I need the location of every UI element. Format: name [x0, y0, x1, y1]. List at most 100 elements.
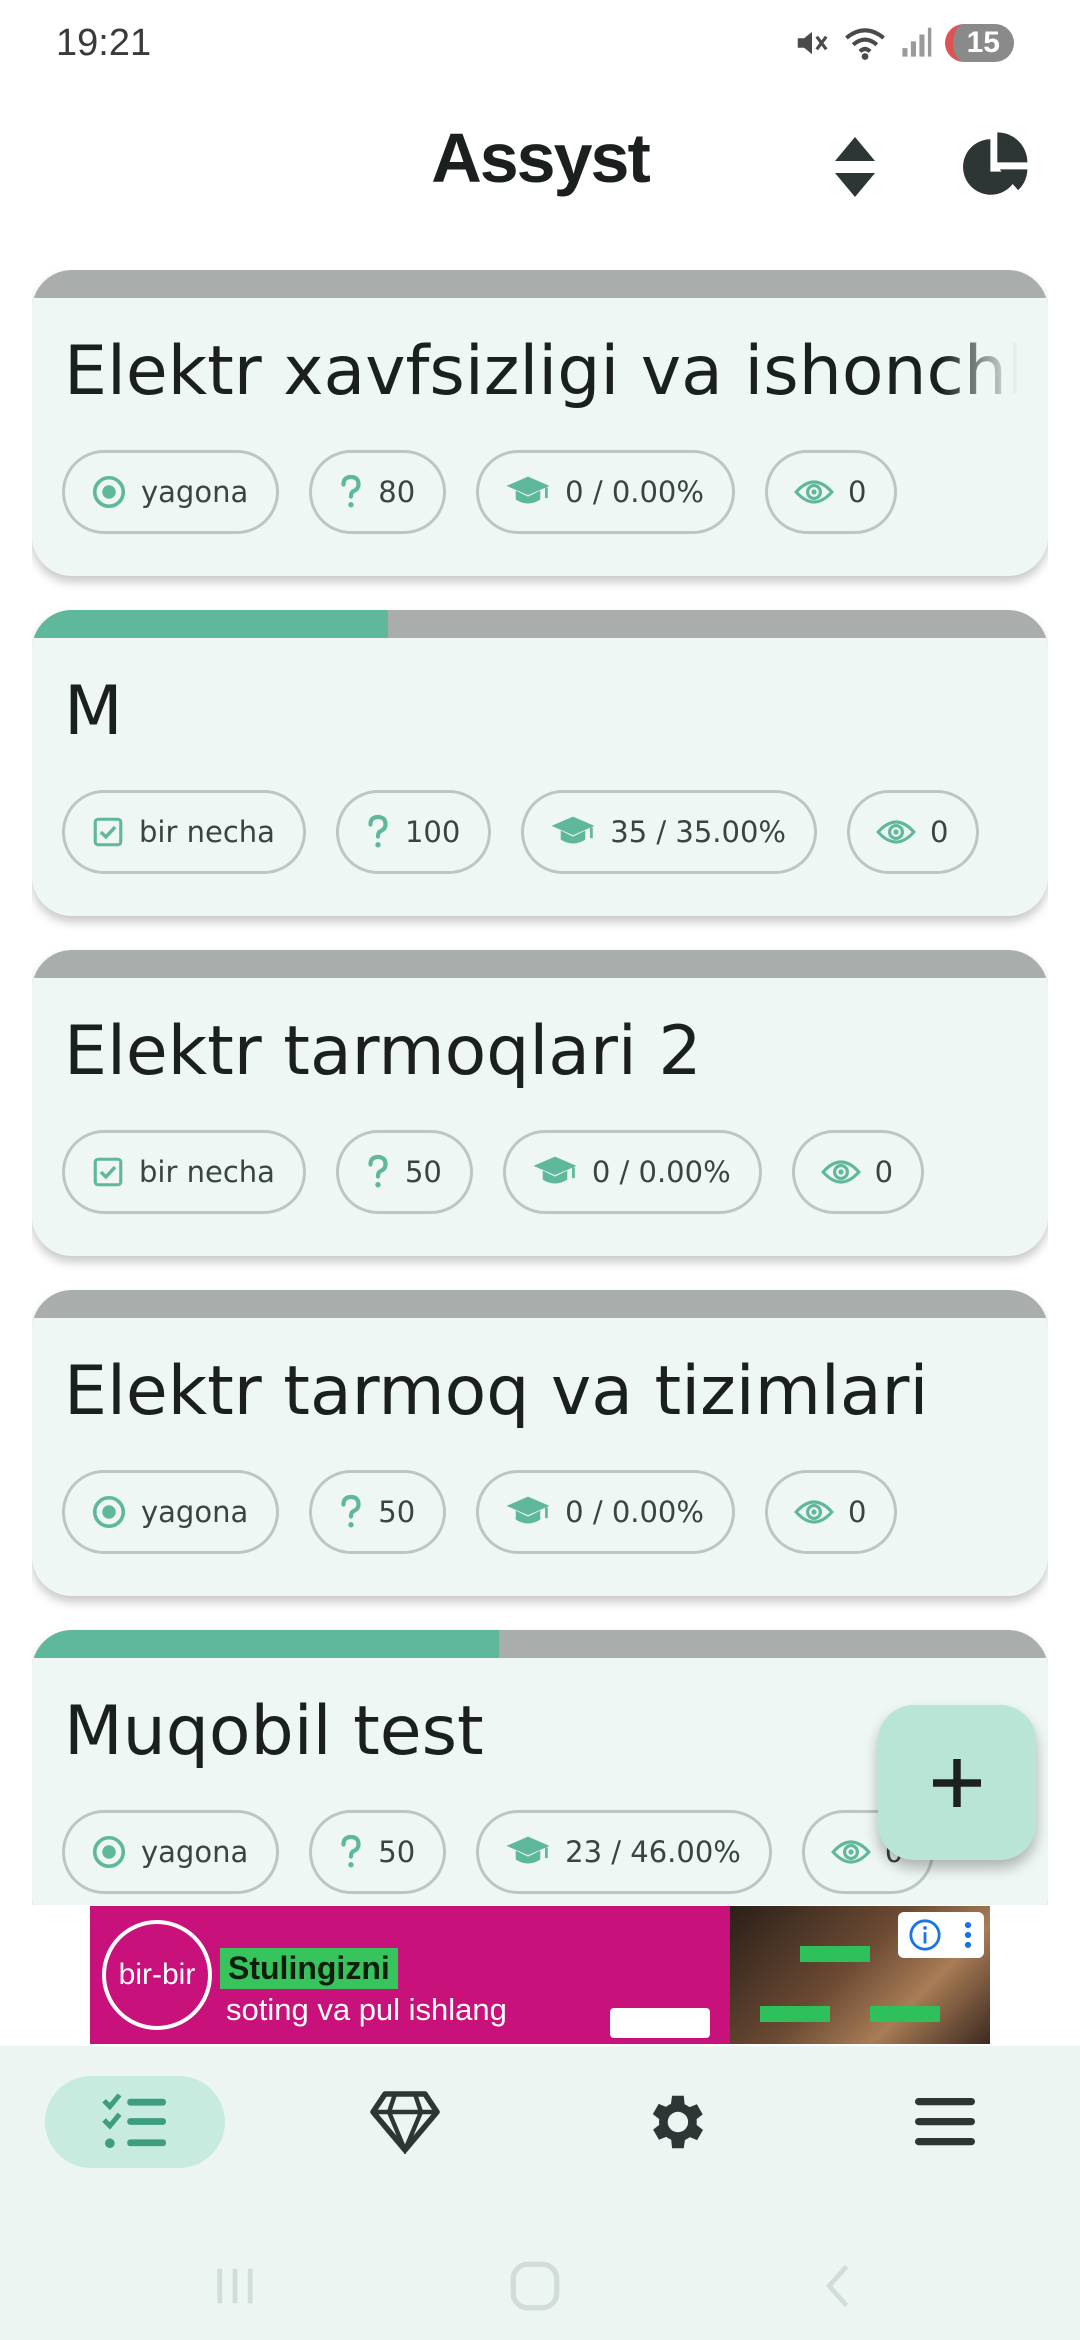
questions-count: 100	[404, 815, 461, 849]
question-icon	[368, 814, 388, 848]
test-card[interactable]: Elektr xavfsizligi va ishonchliligi yagon…	[32, 270, 1048, 576]
graduation-cap-icon	[506, 476, 550, 504]
nav-settings[interactable]	[625, 2076, 725, 2168]
eye-icon	[876, 820, 916, 844]
ad-headline: Stulingizni	[220, 1948, 398, 1989]
back-icon	[825, 2264, 849, 2308]
recent-apps-button[interactable]	[195, 2246, 275, 2326]
home-icon	[510, 2261, 560, 2311]
sort-button[interactable]	[810, 122, 900, 212]
questions-count: 50	[378, 1835, 416, 1869]
radio-icon	[92, 1495, 126, 1529]
app-header: Assyst	[0, 100, 1080, 220]
test-card[interactable]: Elektr tarmoq va tizimlari yagona 50 0 / 0.…	[32, 1290, 1048, 1596]
score-chip: 35 / 35.00%	[521, 790, 817, 874]
gear-icon	[652, 2095, 703, 2149]
ad-cta-button[interactable]	[610, 2008, 710, 2038]
bottom-navigation	[0, 2046, 1080, 2340]
mode-label: bir necha	[139, 1155, 275, 1189]
mute-icon	[797, 31, 828, 55]
back-button[interactable]	[800, 2246, 880, 2326]
score-chip: 0 / 0.00%	[476, 1470, 735, 1554]
battery-indicator: 15	[944, 24, 1014, 62]
questions-count: 50	[378, 1495, 416, 1529]
views-chip: 0	[846, 790, 980, 874]
status-bar: 19:21 15	[0, 0, 1080, 86]
mode-chip: yagona	[62, 450, 280, 534]
checkbox-icon	[93, 817, 123, 847]
nav-tests[interactable]	[45, 2076, 225, 2168]
more-vert-icon	[964, 1921, 972, 1949]
ad-subline: soting va pul ishlang	[226, 1992, 507, 2027]
eye-icon	[820, 1160, 861, 1184]
views-count: 0	[847, 1495, 867, 1529]
mode-label: bir necha	[139, 815, 275, 849]
mode-chip: yagona	[62, 1470, 280, 1554]
score-value: 35 / 35.00%	[610, 815, 786, 849]
graduation-cap-icon	[506, 1496, 550, 1524]
progress-bar	[32, 270, 1048, 298]
mode-chip: yagona	[62, 1810, 280, 1894]
graduation-cap-icon	[533, 1156, 577, 1184]
views-chip: 0	[791, 1130, 925, 1214]
questions-chip: 80	[309, 450, 447, 534]
test-list[interactable]: Elektr xavfsizligi va ishonchliligi yagon…	[32, 270, 1048, 1905]
question-icon	[368, 1154, 388, 1188]
views-count: 0	[847, 475, 867, 509]
radio-icon	[92, 1835, 126, 1869]
question-icon	[341, 1494, 361, 1528]
question-icon	[341, 474, 361, 508]
graduation-cap-icon	[551, 816, 595, 844]
views-chip: 0	[764, 1470, 898, 1554]
progress-bar	[32, 1290, 1048, 1318]
views-count: 0	[874, 1155, 894, 1189]
status-time: 19:21	[56, 21, 152, 64]
progress-fill	[32, 1630, 500, 1658]
checkbox-icon	[93, 1157, 123, 1187]
nav-menu[interactable]	[895, 2076, 995, 2168]
test-stats: bir necha 50 0 / 0.00% 0	[62, 1130, 925, 1214]
questions-chip: 100	[335, 790, 492, 874]
score-chip: 23 / 46.00%	[476, 1810, 772, 1894]
test-title: M	[64, 672, 123, 751]
score-value: 0 / 0.00%	[565, 475, 704, 509]
questions-count: 80	[378, 475, 416, 509]
eye-icon	[793, 1500, 834, 1524]
app-title: Assyst	[431, 119, 651, 197]
recents-icon	[217, 2268, 253, 2304]
menu-icon	[915, 2098, 975, 2146]
questions-count: 50	[404, 1155, 442, 1189]
home-button[interactable]	[495, 2246, 575, 2326]
score-chip: 0 / 0.00%	[502, 1130, 762, 1214]
ad-info-button[interactable]	[898, 1912, 984, 1958]
list-icon	[102, 2093, 166, 2149]
questions-chip: 50	[335, 1130, 473, 1214]
signal-icon	[902, 27, 931, 57]
score-value: 23 / 46.00%	[565, 1835, 741, 1869]
eye-icon	[793, 480, 834, 504]
score-chip: 0 / 0.00%	[476, 450, 735, 534]
graduation-cap-icon	[506, 1836, 550, 1864]
diamond-icon	[370, 2091, 440, 2154]
info-icon	[909, 1919, 941, 1951]
test-card[interactable]: Elektr tarmoqlari 2 bir necha 50 0 / 0.00% 0	[32, 950, 1048, 1256]
wifi-icon	[844, 28, 885, 60]
pie-chart-icon	[963, 132, 1028, 195]
test-card[interactable]: Mbir necha 100 35 / 35.00% 0	[32, 610, 1048, 916]
ad-banner[interactable]: bir-bir Stulingizni soting va pul ishlan…	[90, 1906, 990, 2044]
mode-chip: bir necha	[62, 790, 306, 874]
add-test-button[interactable]	[878, 1705, 1036, 1860]
ad-logo: bir-bir	[102, 1920, 212, 2030]
test-title: Elektr tarmoqlari 2	[64, 1012, 702, 1091]
eye-icon	[830, 1840, 871, 1864]
plus-icon	[933, 1758, 981, 1807]
test-stats: bir necha 100 35 / 35.00% 0	[62, 790, 980, 874]
questions-chip: 50	[309, 1810, 447, 1894]
questions-chip: 50	[309, 1470, 447, 1554]
statistics-button[interactable]	[950, 122, 1040, 212]
system-navigation	[0, 2246, 1080, 2336]
progress-bar	[32, 1630, 1048, 1658]
test-stats: yagona 50 0 / 0.00% 0	[62, 1470, 898, 1554]
nav-premium[interactable]	[355, 2076, 455, 2168]
score-value: 0 / 0.00%	[591, 1155, 731, 1189]
